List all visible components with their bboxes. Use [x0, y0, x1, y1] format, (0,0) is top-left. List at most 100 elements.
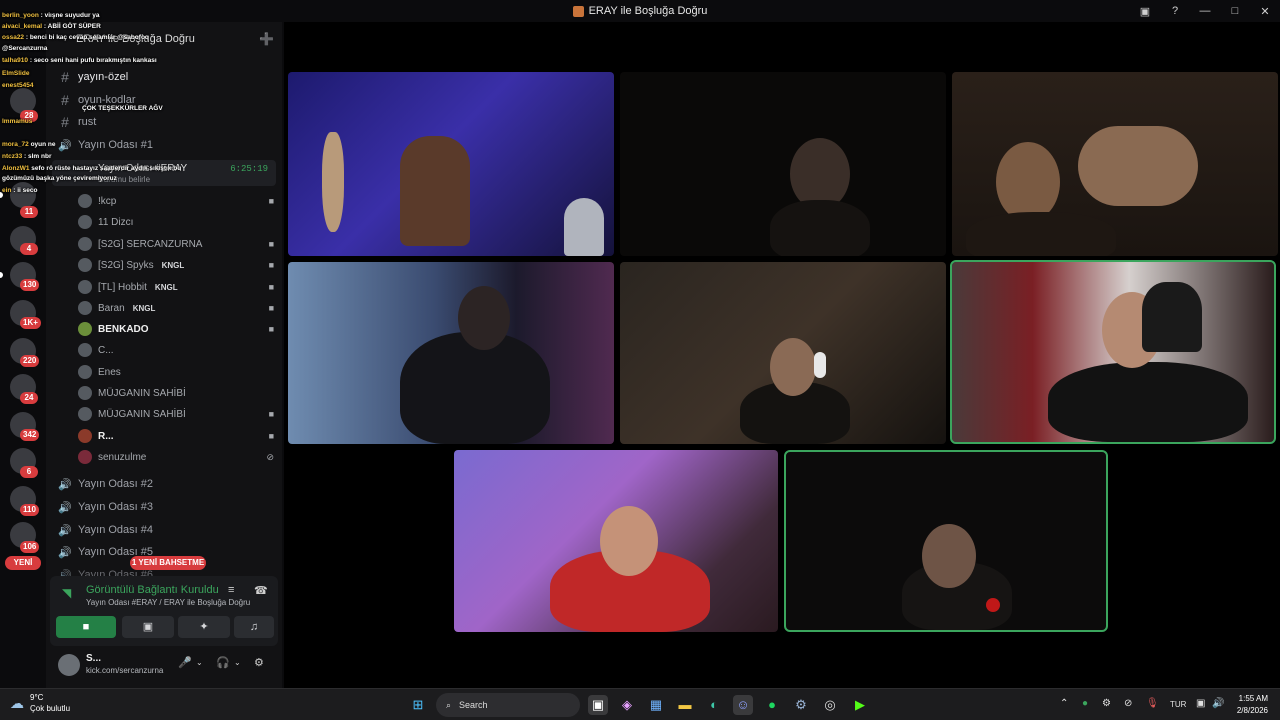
chevron-up-icon[interactable]: ⌃ — [1060, 698, 1068, 709]
user-name: MÜJGANIN SAHİBİ — [98, 408, 186, 420]
chevron-down-icon[interactable]: ⌄ — [234, 658, 241, 667]
channel-label: Yayın Odası #3 — [78, 501, 154, 513]
status-prompt[interactable]: Durumu belirle — [98, 175, 150, 184]
tray-steam-icon[interactable]: ⚙ — [1102, 698, 1111, 709]
noise-suppression-icon[interactable]: ≡ — [228, 584, 234, 596]
voice-user[interactable]: BENKADO ■ — [78, 319, 274, 339]
settings-gear-icon[interactable]: ⚙ — [254, 656, 264, 669]
video-tile[interactable] — [288, 72, 614, 256]
disconnect-icon[interactable]: ☎ — [254, 584, 268, 597]
weather-widget[interactable]: ☁ 9°C Çok bulutlu — [10, 692, 70, 714]
avatar — [78, 365, 92, 379]
invite-icon[interactable]: ➕ — [259, 32, 274, 46]
speaker-icon: 🔊 — [58, 524, 72, 537]
voice-user[interactable]: MÜJGANIN SAHİBİ ■ — [78, 404, 274, 424]
user-name: [S2G] Spyks — [98, 259, 154, 271]
voice-user[interactable]: R... ■ — [78, 426, 274, 446]
voice-channel-4[interactable]: 🔊 Yayın Odası #4 — [58, 520, 153, 540]
connection-status[interactable]: Görüntülü Bağlantı Kuruldu — [86, 584, 219, 596]
help-icon[interactable]: ? — [1160, 5, 1190, 17]
camera-button[interactable]: ■ — [56, 616, 116, 638]
video-tile[interactable] — [454, 450, 778, 632]
video-tile[interactable] — [620, 262, 946, 444]
voice-user[interactable]: [S2G] Spyks KNGL ■ — [78, 255, 274, 275]
spotify-icon[interactable]: ● — [762, 695, 782, 715]
person-head — [770, 338, 816, 396]
voice-user[interactable]: MÜJGANIN SAHİBİ — [78, 383, 274, 403]
kick-icon[interactable]: ▶ — [850, 695, 870, 715]
store-icon[interactable]: ▦ — [646, 695, 666, 715]
avatar — [78, 237, 92, 251]
video-tile[interactable] — [620, 72, 946, 256]
minimize-button[interactable]: — — [1190, 5, 1220, 17]
steam-icon[interactable]: ⚙ — [791, 695, 811, 715]
server-name: ERAY ile Boşluğa Doğru — [76, 33, 195, 45]
video-tile[interactable] — [784, 450, 1108, 632]
voice-channel-1[interactable]: 🔊 Yayın Odası #1 — [58, 135, 153, 155]
video-tile[interactable] — [288, 262, 614, 444]
search-label: Search — [459, 700, 488, 710]
user-name: [S2G] SERCANZURNA — [98, 238, 203, 250]
voice-user[interactable]: senuzulme ⊘ — [78, 447, 274, 467]
tray-app-icon[interactable]: ⊘ — [1124, 698, 1132, 709]
edge-icon[interactable]: ◐ — [704, 695, 724, 715]
server-header[interactable]: ERAY ile Boşluğa Doğru ➕ — [46, 22, 282, 56]
tray-app-icon[interactable]: ● — [1082, 698, 1088, 709]
video-tile[interactable] — [952, 72, 1278, 256]
start-icon[interactable]: ⊞ — [408, 695, 428, 715]
server-icon — [572, 5, 584, 17]
chevron-down-icon[interactable]: ⌄ — [196, 658, 203, 667]
unread-badge: 130 — [20, 279, 40, 291]
activities-button[interactable]: ✦ — [178, 616, 230, 638]
hash-icon: # — [61, 92, 69, 108]
microphone-icon[interactable]: 🎤 — [178, 656, 192, 669]
voice-channel-2[interactable]: 🔊 Yayın Odası #2 — [58, 474, 153, 494]
voice-channel-3[interactable]: 🔊 Yayın Odası #3 — [58, 497, 153, 517]
input-language[interactable]: TUR — [1170, 700, 1186, 709]
chair-shape — [400, 136, 470, 246]
user-name: Baran — [98, 302, 125, 314]
microphone-in-use-icon[interactable]: 🎙 — [1146, 698, 1159, 709]
channel-label: Yayın Odası #4 — [78, 524, 154, 536]
discord-icon[interactable]: ☺ — [733, 695, 753, 715]
channel-oyun-kodlar[interactable]: # oyun-kodlar — [58, 90, 135, 110]
inbox-icon[interactable]: ▣ — [1130, 5, 1160, 18]
taskbar-search[interactable]: ⌕ Search — [436, 693, 580, 717]
voice-user[interactable]: Enes — [78, 362, 274, 382]
volume-icon[interactable]: 🔊 — [1212, 698, 1224, 709]
network-icon[interactable]: ▣ — [1196, 698, 1205, 709]
task-view-icon[interactable]: ▣ — [588, 695, 608, 715]
user-name: R... — [98, 430, 114, 442]
username[interactable]: S... — [86, 653, 101, 664]
avatar — [78, 429, 92, 443]
file-explorer-icon[interactable]: ▬ — [675, 695, 695, 715]
new-mention-pill[interactable]: 1 YENİ BAHSETME — [130, 556, 206, 570]
clock-date: 2/8/2026 — [1236, 706, 1268, 715]
voice-user[interactable]: 11 Dizcı — [78, 212, 274, 232]
avatar[interactable] — [58, 654, 80, 676]
unread-indicator — [0, 272, 3, 278]
headphones-icon[interactable]: 🎧 — [216, 656, 230, 669]
unread-badge: 24 — [20, 392, 38, 404]
video-tile-active-speaker[interactable] — [950, 260, 1276, 444]
channel-rust[interactable]: # rust — [58, 112, 96, 132]
voice-user[interactable]: [S2G] SERCANZURNA ■ — [78, 234, 274, 254]
server-icon[interactable] — [10, 182, 36, 208]
system-clock[interactable]: 1:55 AM 2/8/2026 — [1237, 693, 1268, 717]
copilot-icon[interactable]: ◈ — [617, 695, 637, 715]
new-unreads-pill[interactable]: YENİ — [5, 556, 41, 570]
channel-yayin-ozel[interactable]: # yayın-özel — [58, 67, 128, 87]
voice-user[interactable]: C... — [78, 340, 274, 360]
voice-user[interactable]: !kcp ■ — [78, 191, 274, 211]
close-button[interactable]: ✕ — [1250, 5, 1280, 18]
user-panel: S... kick.com/sercanzurna 🎤 ⌄ 🎧 ⌄ ⚙ — [50, 650, 278, 684]
voice-user[interactable]: Baran KNGL ■ — [78, 298, 274, 318]
connection-channel[interactable]: Yayın Odası #ERAY / ERAY ile Boşluğa Doğ… — [86, 598, 250, 607]
obs-icon[interactable]: ◎ — [820, 695, 840, 715]
voice-user[interactable]: [TL] Hobbit KNGL ■ — [78, 277, 274, 297]
screen-share-button[interactable]: ▣ — [122, 616, 174, 638]
soundboard-button[interactable]: ♫ — [234, 616, 274, 638]
active-voice-channel[interactable]: Yayın Odası #ERAY Durumu belirle 6:25:19 — [52, 160, 276, 186]
maximize-button[interactable]: □ — [1220, 5, 1250, 17]
user-name: senuzulme — [98, 451, 147, 463]
